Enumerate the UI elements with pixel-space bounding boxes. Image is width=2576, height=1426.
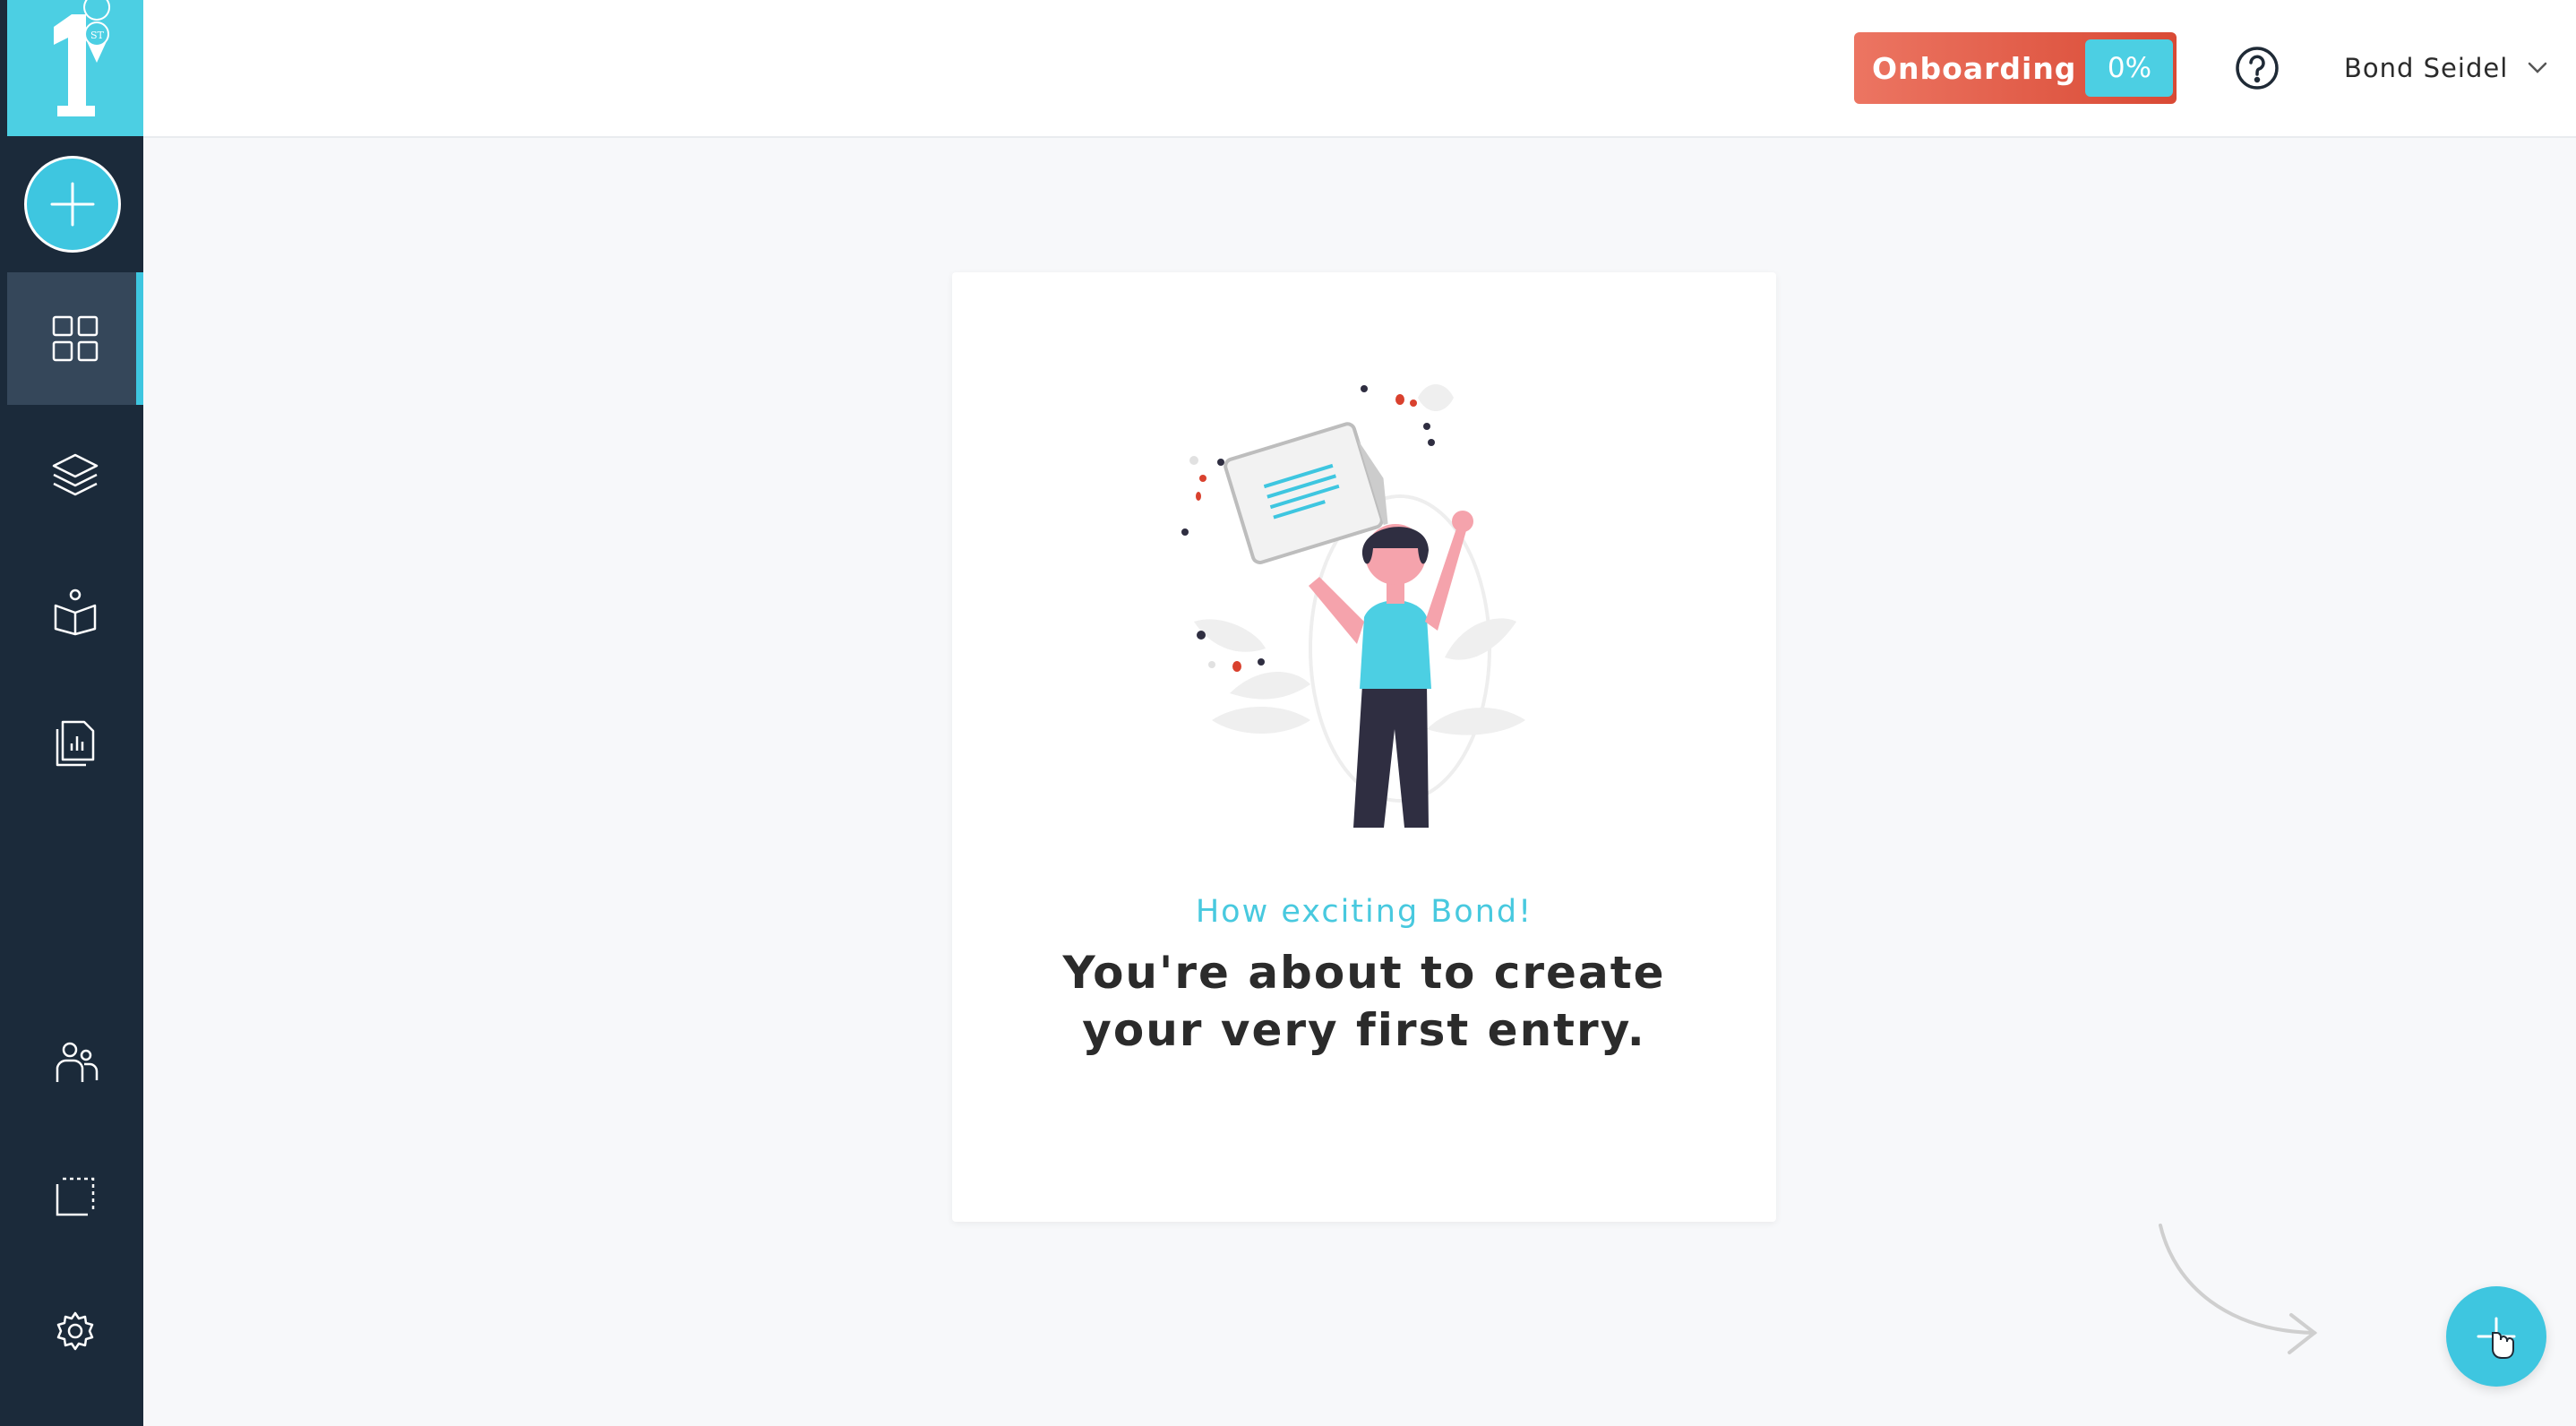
sidebar-item-users[interactable] [7, 996, 143, 1129]
floating-add-button[interactable] [2446, 1286, 2546, 1387]
sidebar-item-settings[interactable] [7, 1265, 143, 1397]
sidebar-item-reader[interactable] [7, 545, 143, 677]
users-icon [56, 1042, 99, 1082]
new-entry-button[interactable] [24, 156, 121, 253]
sidebar-item-dashboard[interactable] [7, 272, 143, 405]
svg-text:ST: ST [90, 30, 105, 41]
plus-icon [2477, 1317, 2516, 1359]
card-heading-line-1: You're about to create [1062, 947, 1666, 999]
chevron-down-icon [2529, 62, 2547, 73]
onboarding-button[interactable]: Onboarding 0% [1854, 32, 2177, 104]
user-menu[interactable]: Bond Seidel [2344, 45, 2551, 91]
onboarding-label: Onboarding [1872, 50, 2077, 86]
onboarding-progress-badge: 0% [2085, 39, 2174, 97]
card-heading-line-2: your very first entry. [1082, 1004, 1646, 1056]
top-bar [143, 0, 2576, 138]
sidebar-item-layers[interactable] [7, 408, 143, 541]
empty-state-card: How exciting Bond! You're about to creat… [952, 272, 1776, 1222]
sidebar-item-crop[interactable] [7, 1130, 143, 1263]
sidebar-item-reports[interactable] [7, 677, 143, 810]
celebration-illustration [1181, 384, 1525, 828]
question-circle-icon [2236, 47, 2279, 90]
reader-book-icon [54, 588, 97, 636]
crop-frame-icon [56, 1177, 95, 1216]
report-document-icon [56, 720, 95, 767]
sidebar: ST [0, 0, 143, 1426]
dashboard-grid-icon [52, 315, 99, 362]
plus-icon [50, 182, 95, 227]
help-button[interactable] [2234, 45, 2280, 91]
gear-icon [56, 1311, 94, 1351]
hint-arrow-icon [2159, 1224, 2318, 1354]
card-heading: You're about to create your very first e… [952, 944, 1776, 1059]
card-subtitle: How exciting Bond! [1195, 894, 1533, 930]
layers-icon [52, 453, 99, 496]
user-name: Bond Seidel [2344, 53, 2509, 83]
logo[interactable]: ST [7, 0, 143, 136]
number-one-badge-logo-icon: ST [54, 0, 111, 116]
